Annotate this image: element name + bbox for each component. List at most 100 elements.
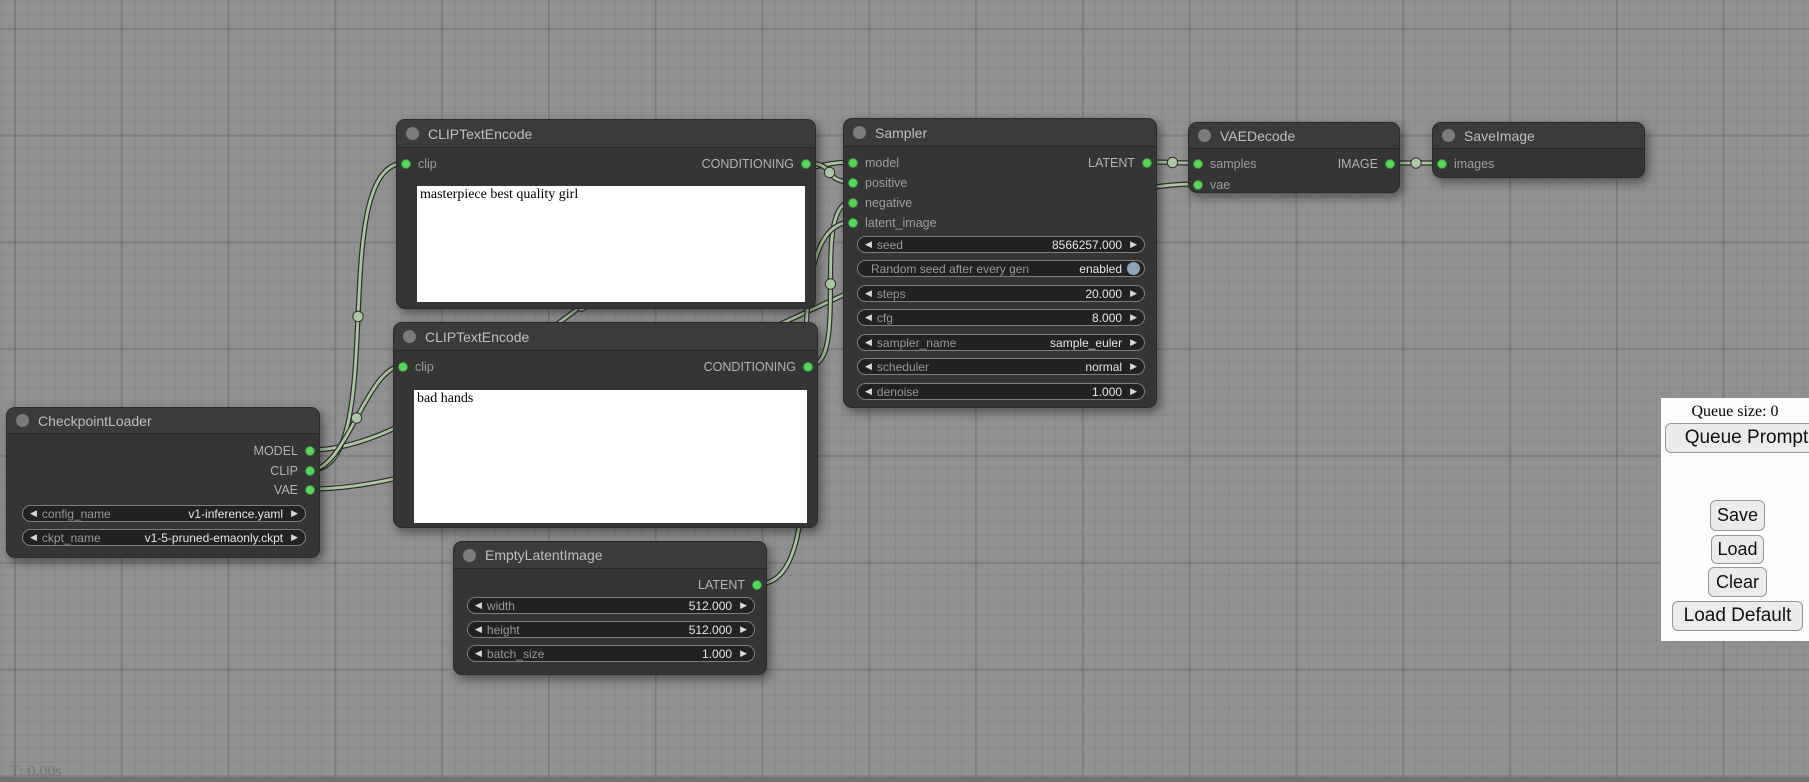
widget-height[interactable]: ◀ height 512.000 ▶ — [467, 621, 755, 638]
widget-scheduler[interactable]: ◀ scheduler normal ▶ — [857, 358, 1145, 375]
prev-arrow-icon[interactable]: ◀ — [865, 383, 872, 400]
collapse-dot-icon[interactable] — [1442, 129, 1455, 142]
prev-arrow-icon[interactable]: ◀ — [30, 529, 37, 546]
prev-arrow-icon[interactable]: ◀ — [475, 597, 482, 614]
output-slot-latent[interactable] — [1142, 158, 1152, 168]
widget-label: seed — [877, 238, 1052, 252]
output-slot-image[interactable] — [1385, 159, 1395, 169]
node-title-bar[interactable]: VAEDecode — [1189, 123, 1399, 149]
prev-arrow-icon[interactable]: ◀ — [865, 285, 872, 302]
output-label: CONDITIONING — [702, 157, 794, 171]
output-slot-conditioning[interactable] — [803, 362, 813, 372]
collapse-dot-icon[interactable] — [853, 126, 866, 139]
next-arrow-icon[interactable]: ▶ — [291, 529, 298, 546]
load-button[interactable]: Load — [1711, 535, 1764, 564]
widget-value: sample_euler — [1050, 336, 1122, 350]
next-arrow-icon[interactable]: ▶ — [1130, 334, 1137, 351]
node-sampler[interactable]: Sampler model LATENT positive negative l… — [843, 118, 1157, 408]
widget-value: v1-5-pruned-emaonly.ckpt — [145, 531, 284, 545]
input-label: model — [865, 156, 899, 170]
input-slot-images[interactable] — [1437, 159, 1447, 169]
widget-denoise[interactable]: ◀ denoise 1.000 ▶ — [857, 383, 1145, 400]
next-arrow-icon[interactable]: ▶ — [1130, 309, 1137, 326]
clear-button[interactable]: Clear — [1708, 567, 1767, 597]
node-saveimage[interactable]: SaveImage images — [1432, 122, 1645, 178]
graph-canvas[interactable]: CLIPTextEncode clip CONDITIONING masterp… — [0, 0, 1809, 782]
toggle-state: enabled — [1079, 262, 1122, 276]
widget-label: width — [487, 599, 689, 613]
prev-arrow-icon[interactable]: ◀ — [865, 334, 872, 351]
collapse-dot-icon[interactable] — [406, 127, 419, 140]
output-slot-model[interactable] — [305, 446, 315, 456]
output-slot-conditioning[interactable] — [801, 159, 811, 169]
widget-batch-size[interactable]: ◀ batch_size 1.000 ▶ — [467, 645, 755, 662]
input-label: clip — [415, 360, 434, 374]
prompt-textarea[interactable]: bad hands — [414, 390, 807, 523]
execution-timer: T: 0.00s — [10, 763, 62, 781]
prev-arrow-icon[interactable]: ◀ — [475, 645, 482, 662]
node-title-bar[interactable]: CLIPTextEncode — [394, 323, 817, 351]
output-slot-clip[interactable] — [305, 466, 315, 476]
widget-value: 512.000 — [689, 599, 732, 613]
prev-arrow-icon[interactable]: ◀ — [475, 621, 482, 638]
next-arrow-icon[interactable]: ▶ — [1130, 285, 1137, 302]
node-title-bar[interactable]: SaveImage — [1433, 123, 1644, 149]
widget-cfg[interactable]: ◀ cfg 8.000 ▶ — [857, 309, 1145, 326]
prev-arrow-icon[interactable]: ◀ — [865, 236, 872, 253]
widget-label: config_name — [42, 507, 188, 521]
collapse-dot-icon[interactable] — [1198, 129, 1211, 142]
collapse-dot-icon[interactable] — [463, 549, 476, 562]
widget-config-name[interactable]: ◀ config_name v1-inference.yaml ▶ — [22, 505, 306, 522]
output-slot-vae[interactable] — [305, 485, 315, 495]
toggle-dot-icon[interactable] — [1127, 262, 1140, 275]
widget-seed[interactable]: ◀ seed 8566257.000 ▶ — [857, 236, 1145, 253]
input-slot-positive[interactable] — [848, 178, 858, 188]
next-arrow-icon[interactable]: ▶ — [1130, 358, 1137, 375]
widget-value: 8566257.000 — [1052, 238, 1122, 252]
collapse-dot-icon[interactable] — [403, 330, 416, 343]
prev-arrow-icon[interactable]: ◀ — [30, 505, 37, 522]
output-label: CLIP — [270, 464, 298, 478]
save-button[interactable]: Save — [1710, 500, 1765, 531]
load-default-button[interactable]: Load Default — [1672, 601, 1803, 631]
input-slot-clip[interactable] — [398, 362, 408, 372]
next-arrow-icon[interactable]: ▶ — [1130, 236, 1137, 253]
widget-width[interactable]: ◀ width 512.000 ▶ — [467, 597, 755, 614]
input-slot-latent-image[interactable] — [848, 218, 858, 228]
next-arrow-icon[interactable]: ▶ — [740, 621, 747, 638]
next-arrow-icon[interactable]: ▶ — [1130, 383, 1137, 400]
output-slot-latent[interactable] — [752, 580, 762, 590]
node-title: SaveImage — [1464, 128, 1535, 144]
input-slot-samples[interactable] — [1193, 159, 1203, 169]
widget-ckpt-name[interactable]: ◀ ckpt_name v1-5-pruned-emaonly.ckpt ▶ — [22, 529, 306, 546]
input-label: images — [1454, 157, 1494, 171]
node-vaedecode[interactable]: VAEDecode samples IMAGE vae — [1188, 122, 1400, 193]
input-slot-vae[interactable] — [1193, 180, 1203, 190]
input-label: negative — [865, 196, 912, 210]
node-checkpointloader[interactable]: CheckpointLoader MODEL CLIP VAE ◀ config… — [6, 407, 320, 558]
node-title-bar[interactable]: CLIPTextEncode — [397, 120, 815, 148]
input-slot-model[interactable] — [848, 158, 858, 168]
prev-arrow-icon[interactable]: ◀ — [865, 358, 872, 375]
widget-steps[interactable]: ◀ steps 20.000 ▶ — [857, 285, 1145, 302]
queue-prompt-button[interactable]: Queue Prompt — [1665, 423, 1809, 453]
input-slot-clip[interactable] — [401, 159, 411, 169]
output-label: IMAGE — [1338, 157, 1378, 171]
node-title-bar[interactable]: Sampler — [844, 119, 1156, 147]
widget-random-seed-toggle[interactable]: Random seed after every gen enabled — [857, 260, 1145, 277]
node-title-bar[interactable]: EmptyLatentImage — [454, 542, 766, 569]
collapse-dot-icon[interactable] — [16, 414, 29, 427]
prompt-textarea[interactable]: masterpiece best quality girl — [417, 186, 805, 302]
input-slot-negative[interactable] — [848, 198, 858, 208]
next-arrow-icon[interactable]: ▶ — [740, 597, 747, 614]
next-arrow-icon[interactable]: ▶ — [740, 645, 747, 662]
node-cliptextencode-negative[interactable]: CLIPTextEncode clip CONDITIONING bad han… — [393, 322, 818, 528]
node-title-bar[interactable]: CheckpointLoader — [7, 408, 319, 434]
node-title: CheckpointLoader — [38, 413, 152, 429]
node-emptylatentimage[interactable]: EmptyLatentImage LATENT ◀ width 512.000 … — [453, 541, 767, 675]
canvas-bottom-edge — [0, 777, 1809, 782]
next-arrow-icon[interactable]: ▶ — [291, 505, 298, 522]
widget-sampler-name[interactable]: ◀ sampler_name sample_euler ▶ — [857, 334, 1145, 351]
prev-arrow-icon[interactable]: ◀ — [865, 309, 872, 326]
node-cliptextencode-positive[interactable]: CLIPTextEncode clip CONDITIONING masterp… — [396, 119, 816, 309]
